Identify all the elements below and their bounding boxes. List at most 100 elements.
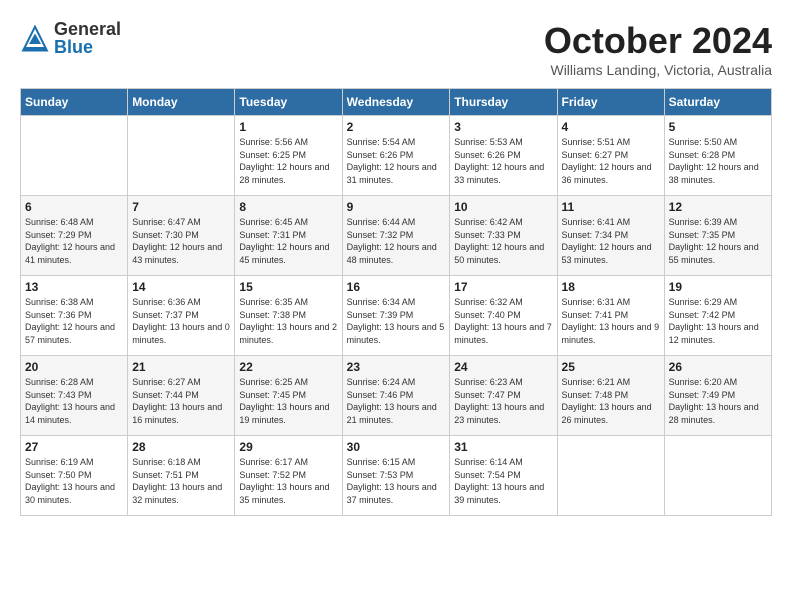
day-number: 26 [669, 360, 767, 374]
day-number: 12 [669, 200, 767, 214]
calendar-cell: 3 Sunrise: 5:53 AM Sunset: 6:26 PM Daylig… [450, 116, 557, 196]
day-info: Sunrise: 5:50 AM Sunset: 6:28 PM Dayligh… [669, 136, 767, 186]
day-info: Sunrise: 6:47 AM Sunset: 7:30 PM Dayligh… [132, 216, 230, 266]
calendar-cell: 20 Sunrise: 6:28 AM Sunset: 7:43 PM Dayli… [21, 356, 128, 436]
calendar-cell: 30Sunrise: 6:15 AM Sunset: 7:53 PM Dayli… [342, 436, 450, 516]
calendar-cell: 18Sunrise: 6:31 AM Sunset: 7:41 PM Dayli… [557, 276, 664, 356]
day-info: Sunrise: 6:27 AM Sunset: 7:44 PM Dayligh… [132, 376, 230, 426]
calendar-cell: 28 Sunrise: 6:18 AM Sunset: 7:51 PM Dayli… [128, 436, 235, 516]
day-number: 15 [239, 280, 337, 294]
calendar-cell: 9 Sunrise: 6:44 AM Sunset: 7:32 PM Daylig… [342, 196, 450, 276]
month-title: October 2024 [544, 20, 772, 62]
calendar-cell: 8 Sunrise: 6:45 AM Sunset: 7:31 PM Daylig… [235, 196, 342, 276]
day-number: 29 [239, 440, 337, 454]
day-number: 31 [454, 440, 552, 454]
calendar-cell: 21 Sunrise: 6:27 AM Sunset: 7:44 PM Dayli… [128, 356, 235, 436]
day-info: Sunrise: 6:45 AM Sunset: 7:31 PM Dayligh… [239, 216, 337, 266]
calendar-cell: 25 Sunrise: 6:21 AM Sunset: 7:48 PM Dayli… [557, 356, 664, 436]
calendar-cell: 7 Sunrise: 6:47 AM Sunset: 7:30 PM Daylig… [128, 196, 235, 276]
day-number: 16 [347, 280, 446, 294]
calendar-cell [557, 436, 664, 516]
calendar-cell: 16Sunrise: 6:34 AM Sunset: 7:39 PM Dayli… [342, 276, 450, 356]
day-header-saturday: Saturday [664, 89, 771, 116]
day-info: Sunrise: 6:28 AM Sunset: 7:43 PM Dayligh… [25, 376, 123, 426]
day-header-monday: Monday [128, 89, 235, 116]
calendar-cell: 1 Sunrise: 5:56 AM Sunset: 6:25 PM Daylig… [235, 116, 342, 196]
day-number: 2 [347, 120, 446, 134]
day-number: 17 [454, 280, 552, 294]
calendar-header-row: SundayMondayTuesdayWednesdayThursdayFrid… [21, 89, 772, 116]
day-info: Sunrise: 6:42 AM Sunset: 7:33 PM Dayligh… [454, 216, 552, 266]
day-number: 21 [132, 360, 230, 374]
day-number: 27 [25, 440, 123, 454]
calendar-week-5: 27 Sunrise: 6:19 AM Sunset: 7:50 PM Dayli… [21, 436, 772, 516]
day-header-thursday: Thursday [450, 89, 557, 116]
day-number: 13 [25, 280, 123, 294]
day-number: 4 [562, 120, 660, 134]
day-info: Sunrise: 6:39 AM Sunset: 7:35 PM Dayligh… [669, 216, 767, 266]
day-info: Sunrise: 6:25 AM Sunset: 7:45 PM Dayligh… [239, 376, 337, 426]
calendar-cell: 23Sunrise: 6:24 AM Sunset: 7:46 PM Dayli… [342, 356, 450, 436]
calendar-cell: 24 Sunrise: 6:23 AM Sunset: 7:47 PM Dayli… [450, 356, 557, 436]
day-number: 28 [132, 440, 230, 454]
day-info: Sunrise: 6:32 AM Sunset: 7:40 PM Dayligh… [454, 296, 552, 346]
calendar-cell: 2 Sunrise: 5:54 AM Sunset: 6:26 PM Daylig… [342, 116, 450, 196]
calendar-week-2: 6 Sunrise: 6:48 AM Sunset: 7:29 PM Daylig… [21, 196, 772, 276]
day-number: 9 [347, 200, 446, 214]
day-info: Sunrise: 6:19 AM Sunset: 7:50 PM Dayligh… [25, 456, 123, 506]
day-number: 25 [562, 360, 660, 374]
calendar-week-3: 13 Sunrise: 6:38 AM Sunset: 7:36 PM Dayli… [21, 276, 772, 356]
calendar-cell: 12 Sunrise: 6:39 AM Sunset: 7:35 PM Dayli… [664, 196, 771, 276]
calendar-cell: 22Sunrise: 6:25 AM Sunset: 7:45 PM Dayli… [235, 356, 342, 436]
day-info: Sunrise: 6:36 AM Sunset: 7:37 PM Dayligh… [132, 296, 230, 346]
day-header-wednesday: Wednesday [342, 89, 450, 116]
day-number: 7 [132, 200, 230, 214]
calendar-week-4: 20 Sunrise: 6:28 AM Sunset: 7:43 PM Dayli… [21, 356, 772, 436]
calendar-cell: 10 Sunrise: 6:42 AM Sunset: 7:33 PM Dayli… [450, 196, 557, 276]
day-info: Sunrise: 6:44 AM Sunset: 7:32 PM Dayligh… [347, 216, 446, 266]
logo-blue-text: Blue [54, 38, 121, 56]
day-header-tuesday: Tuesday [235, 89, 342, 116]
calendar-cell: 31Sunrise: 6:14 AM Sunset: 7:54 PM Dayli… [450, 436, 557, 516]
calendar-cell [664, 436, 771, 516]
day-info: Sunrise: 6:35 AM Sunset: 7:38 PM Dayligh… [239, 296, 337, 346]
day-number: 8 [239, 200, 337, 214]
day-info: Sunrise: 5:54 AM Sunset: 6:26 PM Dayligh… [347, 136, 446, 186]
calendar-week-1: 1 Sunrise: 5:56 AM Sunset: 6:25 PM Daylig… [21, 116, 772, 196]
calendar-cell: 17 Sunrise: 6:32 AM Sunset: 7:40 PM Dayli… [450, 276, 557, 356]
day-number: 1 [239, 120, 337, 134]
calendar-cell: 26Sunrise: 6:20 AM Sunset: 7:49 PM Dayli… [664, 356, 771, 436]
day-number: 23 [347, 360, 446, 374]
logo-text: General Blue [54, 20, 121, 56]
calendar-cell: 15 Sunrise: 6:35 AM Sunset: 7:38 PM Dayli… [235, 276, 342, 356]
day-info: Sunrise: 6:29 AM Sunset: 7:42 PM Dayligh… [669, 296, 767, 346]
calendar-cell [21, 116, 128, 196]
day-info: Sunrise: 6:21 AM Sunset: 7:48 PM Dayligh… [562, 376, 660, 426]
location-subtitle: Williams Landing, Victoria, Australia [544, 62, 772, 78]
calendar-cell: 14Sunrise: 6:36 AM Sunset: 7:37 PM Dayli… [128, 276, 235, 356]
calendar-table: SundayMondayTuesdayWednesdayThursdayFrid… [20, 88, 772, 516]
day-number: 19 [669, 280, 767, 294]
calendar-cell: 11Sunrise: 6:41 AM Sunset: 7:34 PM Dayli… [557, 196, 664, 276]
logo: General Blue [20, 20, 121, 56]
calendar-cell: 13 Sunrise: 6:38 AM Sunset: 7:36 PM Dayli… [21, 276, 128, 356]
day-number: 20 [25, 360, 123, 374]
day-info: Sunrise: 6:18 AM Sunset: 7:51 PM Dayligh… [132, 456, 230, 506]
day-info: Sunrise: 6:23 AM Sunset: 7:47 PM Dayligh… [454, 376, 552, 426]
day-number: 11 [562, 200, 660, 214]
day-number: 3 [454, 120, 552, 134]
calendar-cell: 5Sunrise: 5:50 AM Sunset: 6:28 PM Daylig… [664, 116, 771, 196]
day-number: 6 [25, 200, 123, 214]
calendar-cell: 6 Sunrise: 6:48 AM Sunset: 7:29 PM Daylig… [21, 196, 128, 276]
day-info: Sunrise: 6:38 AM Sunset: 7:36 PM Dayligh… [25, 296, 123, 346]
calendar-cell: 4Sunrise: 5:51 AM Sunset: 6:27 PM Daylig… [557, 116, 664, 196]
day-number: 10 [454, 200, 552, 214]
day-info: Sunrise: 5:53 AM Sunset: 6:26 PM Dayligh… [454, 136, 552, 186]
day-header-friday: Friday [557, 89, 664, 116]
day-number: 30 [347, 440, 446, 454]
calendar-cell: 27 Sunrise: 6:19 AM Sunset: 7:50 PM Dayli… [21, 436, 128, 516]
day-info: Sunrise: 6:48 AM Sunset: 7:29 PM Dayligh… [25, 216, 123, 266]
day-number: 24 [454, 360, 552, 374]
day-info: Sunrise: 5:56 AM Sunset: 6:25 PM Dayligh… [239, 136, 337, 186]
logo-icon [20, 23, 50, 53]
